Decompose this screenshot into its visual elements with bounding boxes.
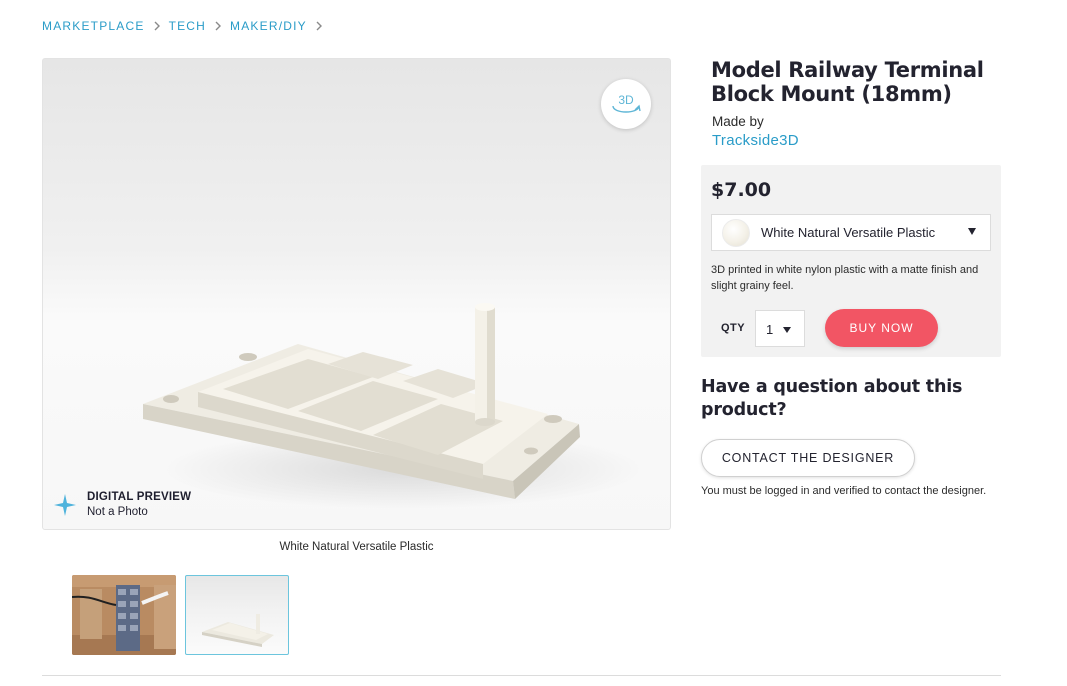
price: $7.00 [711, 179, 772, 201]
digital-preview-badge: DIGITAL PREVIEW Not a Photo [53, 491, 191, 518]
image-caption: White Natural Versatile Plastic [279, 541, 434, 553]
breadcrumb-marketplace[interactable]: MARKETPLACE [42, 19, 145, 33]
sparkle-icon [54, 493, 76, 516]
breadcrumb-maker-diy[interactable]: MAKER/DIY [230, 19, 307, 33]
caret-down-icon [783, 327, 791, 333]
digital-preview-title: DIGITAL PREVIEW [87, 491, 192, 503]
photo-thumbnail[interactable] [72, 575, 176, 655]
quantity-value: 1 [766, 322, 774, 337]
material-description: 3D printed in white nylon plastic with a… [711, 264, 979, 292]
material-select[interactable]: White Natural Versatile Plastic [711, 214, 991, 251]
product-render [143, 303, 643, 509]
product-title: Model Railway Terminal Block Mount (18mm… [711, 58, 984, 106]
breadcrumb: MARKETPLACE TECH MAKER/DIY [42, 18, 325, 34]
material-select-value: White Natural Versatile Plastic [761, 225, 936, 240]
material-swatch [722, 218, 750, 247]
contact-designer-button[interactable]: CONTACT THE DESIGNER [701, 439, 915, 477]
contact-note: You must be logged in and verified to co… [701, 485, 987, 497]
quantity-label: QTY [721, 322, 746, 334]
designer-link[interactable]: Trackside3D [712, 132, 799, 149]
view-3d-button[interactable]: 3D [601, 79, 651, 129]
chevron-right-icon [151, 18, 163, 34]
purchase-panel: $7.00 White Natural Versatile Plastic 3D… [701, 165, 1001, 357]
digital-preview-thumbnail[interactable] [185, 575, 289, 655]
digital-preview-thumbnail-image [202, 614, 274, 647]
question-heading: Have a question about this product? [701, 377, 963, 420]
rotate-3d-icon: 3D [612, 93, 641, 113]
made-by-label: Made by [712, 114, 764, 129]
caret-down-icon [968, 228, 976, 235]
divider [42, 675, 1001, 676]
svg-text:3D: 3D [618, 93, 634, 107]
chevron-right-icon [212, 18, 224, 34]
breadcrumb-tech[interactable]: TECH [169, 19, 206, 33]
photo-thumbnail-image [72, 575, 176, 655]
buy-now-button[interactable]: BUY NOW [825, 309, 938, 347]
quantity-select[interactable]: 1 [755, 310, 805, 347]
product-image-viewer[interactable]: 3D DIGITAL PREVIEW Not a Photo [42, 58, 671, 530]
digital-preview-subtitle: Not a Photo [87, 506, 148, 518]
chevron-right-icon [313, 18, 325, 34]
